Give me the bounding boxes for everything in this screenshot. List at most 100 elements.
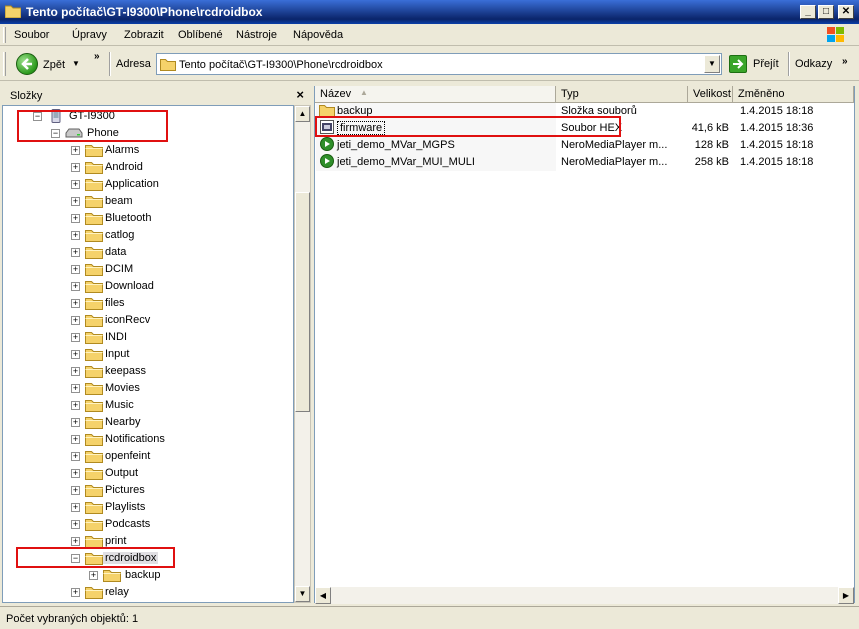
menu-napoveda[interactable]: Nápověda	[293, 29, 343, 41]
file-row[interactable]: jeti_demo_MVar_MGPS NeroMediaPlayer m... 1…	[315, 137, 854, 154]
scroll-right-icon[interactable]: ▶	[838, 587, 854, 604]
toolbar-grip[interactable]	[3, 52, 6, 76]
tree-label: Alarms	[105, 144, 140, 156]
tree-node-folder[interactable]: + backup	[3, 567, 293, 584]
maximize-button[interactable]: □	[818, 5, 834, 19]
expand-icon[interactable]: +	[71, 588, 80, 597]
go-button[interactable]: Přejít	[727, 53, 783, 75]
tree-node-folder[interactable]: + Playlists	[3, 499, 293, 516]
folder-icon	[85, 245, 103, 259]
column-header-size[interactable]: Velikost	[688, 86, 733, 103]
tree-node-folder[interactable]: + catlog	[3, 227, 293, 244]
window-title: Tento počítač\GT-I9300\Phone\rcdroidbox	[26, 5, 263, 19]
scroll-up-icon[interactable]: ▲	[295, 106, 310, 122]
file-modified: 1.4.2015 18:36	[740, 122, 814, 134]
tree-node-folder[interactable]: + relay	[3, 584, 293, 601]
tree-label: Pictures	[105, 484, 145, 496]
file-modified: 1.4.2015 18:18	[740, 156, 814, 168]
tree-label: Nearby	[105, 416, 141, 428]
tree-node-folder[interactable]: + INDI	[3, 329, 293, 346]
media-file-icon	[319, 154, 335, 171]
tree-node-folder[interactable]: + Notifications	[3, 431, 293, 448]
expand-icon[interactable]: +	[71, 367, 80, 376]
tree-label: Bluetooth	[105, 212, 152, 224]
tree-node-folder[interactable]: + Download	[3, 278, 293, 295]
folder-icon	[85, 160, 103, 174]
expand-icon[interactable]: +	[71, 214, 80, 223]
folder-icon	[85, 194, 103, 208]
expand-icon[interactable]: +	[71, 350, 80, 359]
menu-upravy[interactable]: Úpravy	[72, 29, 107, 41]
tree-node-folder[interactable]: + beam	[3, 193, 293, 210]
column-header-modified[interactable]: Změněno	[733, 86, 854, 103]
menu-oblibene[interactable]: Oblíbené	[178, 29, 223, 41]
tree-node-folder[interactable]: + openfeint	[3, 448, 293, 465]
tree-node-folder[interactable]: + Nearby	[3, 414, 293, 431]
tree-node-folder[interactable]: + data	[3, 244, 293, 261]
toolbar-grip[interactable]	[3, 27, 6, 43]
tree-node-folder[interactable]: + Pictures	[3, 482, 293, 499]
links-chevron-icon[interactable]: »	[842, 56, 847, 67]
expand-icon[interactable]: +	[71, 520, 80, 529]
expand-icon[interactable]: +	[71, 333, 80, 342]
expand-icon[interactable]: +	[71, 486, 80, 495]
expand-icon[interactable]: +	[71, 265, 80, 274]
scroll-left-icon[interactable]: ◀	[315, 587, 331, 604]
scroll-thumb[interactable]	[295, 192, 310, 412]
close-pane-icon[interactable]: ×	[296, 87, 304, 102]
expand-icon[interactable]: +	[71, 503, 80, 512]
dropdown-arrow-icon[interactable]: ▼	[72, 59, 80, 68]
expand-icon[interactable]: +	[71, 469, 80, 478]
address-label: Adresa	[116, 58, 151, 70]
expand-icon[interactable]: +	[71, 282, 80, 291]
expand-icon[interactable]: +	[71, 299, 80, 308]
tree-node-folder[interactable]: + files	[3, 295, 293, 312]
tree-label: Notifications	[105, 433, 165, 445]
menu-soubor[interactable]: Soubor	[14, 29, 49, 41]
expand-icon[interactable]: +	[71, 435, 80, 444]
close-button[interactable]: ✕	[838, 5, 854, 19]
column-header-name[interactable]: Název ▲	[315, 86, 556, 103]
expand-icon[interactable]: +	[71, 452, 80, 461]
expand-icon[interactable]: +	[71, 197, 80, 206]
links-button[interactable]: Odkazy	[795, 58, 832, 70]
expand-icon[interactable]: +	[71, 163, 80, 172]
tree-scrollbar[interactable]: ▲ ▼	[294, 105, 311, 603]
tree-node-folder[interactable]: + Movies	[3, 380, 293, 397]
minimize-button[interactable]: _	[800, 5, 816, 19]
scroll-down-icon[interactable]: ▼	[295, 586, 310, 602]
address-dropdown-button[interactable]: ▼	[704, 55, 720, 73]
tree-node-folder[interactable]: + Bluetooth	[3, 210, 293, 227]
menu-zobrazit[interactable]: Zobrazit	[124, 29, 164, 41]
expand-icon[interactable]: +	[71, 401, 80, 410]
tree-node-folder[interactable]: + Music	[3, 397, 293, 414]
folder-tree[interactable]: − GT-I9300 − Phone + Alarms + Android + Appli…	[2, 105, 294, 603]
tree-node-folder[interactable]: + DCIM	[3, 261, 293, 278]
menu-nastroje[interactable]: Nástroje	[236, 29, 277, 41]
tree-node-folder[interactable]: + Output	[3, 465, 293, 482]
expand-icon[interactable]: +	[71, 384, 80, 393]
expand-icon[interactable]: +	[71, 146, 80, 155]
tree-label: INDI	[105, 331, 127, 343]
file-row[interactable]: jeti_demo_MVar_MUI_MULI NeroMediaPlayer m…	[315, 154, 854, 171]
expand-icon[interactable]: +	[89, 571, 98, 580]
file-list-scrollbar[interactable]: ◀ ▶	[315, 587, 854, 604]
expand-icon[interactable]: +	[71, 248, 80, 257]
address-input[interactable]: Tento počítač\GT-I9300\Phone\rcdroidbox …	[156, 53, 722, 75]
tree-node-folder[interactable]: + Podcasts	[3, 516, 293, 533]
tree-node-folder[interactable]: + Android	[3, 159, 293, 176]
expand-icon[interactable]: +	[71, 180, 80, 189]
toolbar-overflow-chevron-icon[interactable]: »	[94, 51, 99, 62]
tree-node-folder[interactable]: + Application	[3, 176, 293, 193]
column-header-type[interactable]: Typ	[556, 86, 688, 103]
tree-node-folder[interactable]: + Alarms	[3, 142, 293, 159]
tree-node-folder[interactable]: + iconRecv	[3, 312, 293, 329]
expand-icon[interactable]: +	[71, 231, 80, 240]
folder-icon	[85, 228, 103, 242]
expand-icon[interactable]: +	[71, 418, 80, 427]
expand-icon[interactable]: +	[71, 537, 80, 546]
back-button[interactable]: Zpět ▼	[12, 51, 82, 77]
tree-node-folder[interactable]: + keepass	[3, 363, 293, 380]
expand-icon[interactable]: +	[71, 316, 80, 325]
tree-node-folder[interactable]: + Input	[3, 346, 293, 363]
